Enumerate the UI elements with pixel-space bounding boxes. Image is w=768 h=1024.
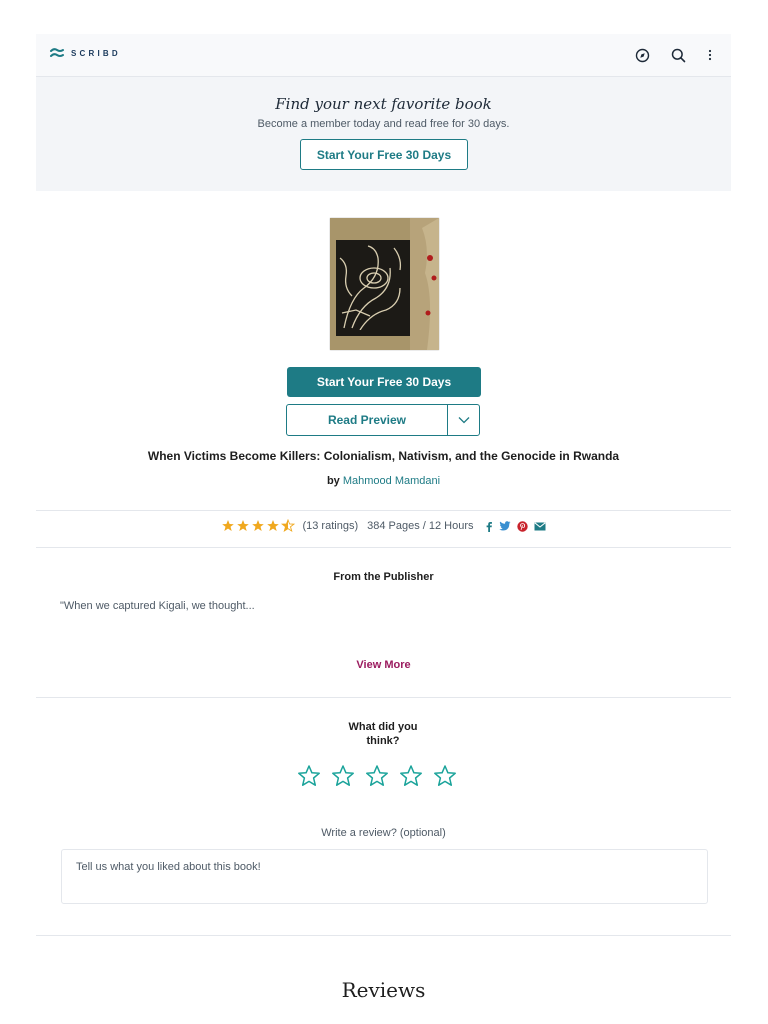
review-label: Write a review? (optional) xyxy=(321,827,446,839)
logo-wordmark: SCRIBD xyxy=(71,48,121,58)
membership-promo-banner: Find your next favorite book Become a me… xyxy=(36,77,731,191)
top-navigation-bar: SCRIBD xyxy=(36,34,731,77)
read-preview-button-group: Read Preview xyxy=(286,404,480,436)
book-page: SCRIBD Find your next favorite book Beco… xyxy=(36,34,731,1024)
start-free-trial-primary-button[interactable]: Start Your Free 30 Days xyxy=(287,367,481,397)
share-links xyxy=(485,520,546,532)
divider xyxy=(36,510,731,511)
divider xyxy=(36,547,731,548)
by-label: by xyxy=(326,475,340,487)
book-stats-row: (13 ratings) 384 Pages / 12 Hours xyxy=(36,519,731,533)
rate-star-4[interactable] xyxy=(398,763,424,789)
read-preview-button[interactable]: Read Preview xyxy=(287,405,448,435)
publisher-excerpt: "When we captured Kigali, we thought... xyxy=(60,600,255,612)
chevron-down-icon xyxy=(458,417,469,424)
scribd-logo-icon xyxy=(50,48,64,57)
book-cover-artwork xyxy=(330,218,439,350)
promo-subtitle: Become a member today and read free for … xyxy=(257,118,510,130)
average-rating-stars xyxy=(221,519,295,533)
view-more-link[interactable]: View More xyxy=(36,659,731,671)
reviews-heading: Reviews xyxy=(341,978,426,1002)
rate-star-2[interactable] xyxy=(330,763,356,789)
email-icon[interactable] xyxy=(534,521,546,531)
preview-dropdown-toggle[interactable] xyxy=(448,405,479,435)
rate-star-5[interactable] xyxy=(432,763,458,789)
more-vertical-icon[interactable] xyxy=(701,46,719,64)
review-textarea[interactable]: Tell us what you liked about this book! xyxy=(61,849,708,904)
divider xyxy=(36,935,731,936)
twitter-icon[interactable] xyxy=(498,521,511,531)
compass-icon[interactable] xyxy=(633,46,651,64)
ratings-count[interactable]: (13 ratings) xyxy=(302,520,358,532)
search-icon[interactable] xyxy=(669,46,687,64)
book-title: When Victims Become Killers: Colonialism… xyxy=(147,449,620,463)
facebook-icon[interactable] xyxy=(485,521,493,532)
rating-input xyxy=(296,763,458,789)
rate-prompt: What did you think? xyxy=(348,721,418,747)
publisher-section-heading: From the Publisher xyxy=(333,571,434,583)
divider xyxy=(36,697,731,698)
scribd-logo[interactable]: SCRIBD xyxy=(49,48,121,58)
promo-title: Find your next favorite book xyxy=(275,95,492,113)
author-link[interactable]: Mahmood Mamdani xyxy=(343,475,440,487)
rate-star-3[interactable] xyxy=(364,763,390,789)
byline: by Mahmood Mamdani xyxy=(36,475,731,487)
start-free-trial-button[interactable]: Start Your Free 30 Days xyxy=(300,139,468,170)
pinterest-icon[interactable] xyxy=(516,520,528,532)
book-length: 384 Pages / 12 Hours xyxy=(367,520,474,532)
book-cover[interactable] xyxy=(330,218,439,350)
rate-star-1[interactable] xyxy=(296,763,322,789)
